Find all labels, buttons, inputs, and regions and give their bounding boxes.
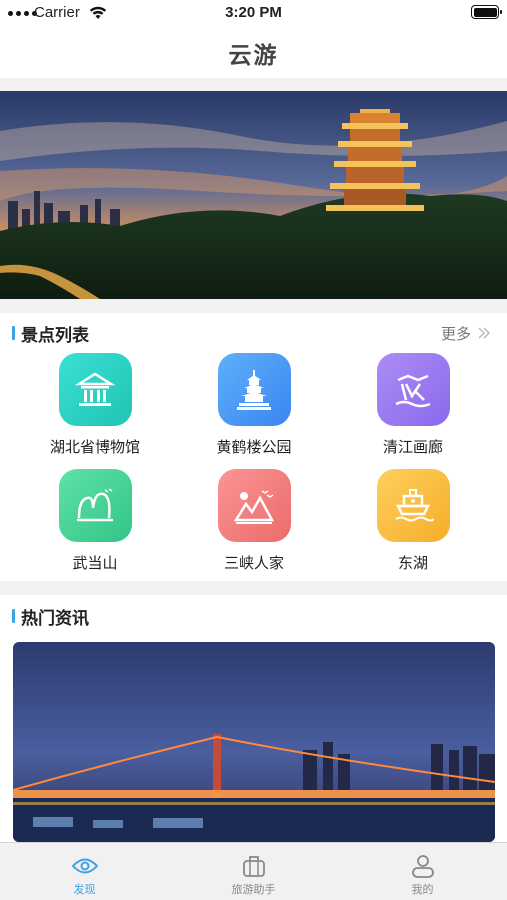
page-title: 云游 — [228, 43, 279, 69]
attractions-header: 景点列表 — [12, 318, 89, 348]
attraction-name: 武当山 — [72, 554, 118, 572]
more-link[interactable]: 更多 — [441, 323, 491, 344]
battery-icon — [471, 5, 502, 19]
suitcase-icon — [242, 853, 266, 879]
attraction-name: 三峡人家 — [223, 554, 284, 572]
tab-travel-assistant[interactable]: 旅游助手 — [169, 843, 338, 900]
gallery-icon — [376, 353, 450, 426]
boat-icon — [376, 469, 450, 542]
tab-bar: 发现 旅游助手 我的 — [0, 842, 507, 900]
museum-icon — [58, 353, 132, 426]
navigation-bar: 云游 — [0, 26, 507, 78]
user-icon — [411, 853, 435, 879]
news-header: 热门资讯 — [12, 601, 89, 631]
status-bar: Carrier 3:20 PM — [0, 0, 507, 26]
news-title: 热门资讯 — [21, 608, 89, 629]
tab-label: 我的 — [411, 883, 434, 896]
tab-label: 发现 — [73, 883, 96, 896]
news-image — [13, 642, 495, 842]
attraction-name: 清江画廊 — [382, 438, 443, 456]
news-card[interactable] — [13, 642, 495, 842]
banner-carousel[interactable] — [0, 91, 507, 299]
pagoda-icon — [217, 353, 291, 426]
tab-mine[interactable]: 我的 — [338, 843, 507, 900]
mountain-icon — [58, 469, 132, 542]
attraction-yellow-crane-tower[interactable]: 黄鹤楼公园 — [189, 353, 319, 457]
clock: 3:20 PM — [225, 4, 282, 21]
attraction-wudang-mountain[interactable]: 武当山 — [30, 469, 160, 573]
attraction-hubei-museum[interactable]: 湖北省博物馆 — [30, 353, 160, 457]
attraction-qingjiang-gallery[interactable]: 清江画廊 — [348, 353, 478, 457]
more-label: 更多 — [440, 325, 471, 343]
attractions-section: 景点列表 更多 湖北省博物馆 黄鹤楼公园 清江画廊 武当山 三峡人家 东湖 — [0, 313, 507, 581]
attraction-east-lake[interactable]: 东湖 — [348, 469, 478, 573]
attraction-name: 东湖 — [397, 554, 428, 572]
double-chevron-right-icon — [477, 325, 491, 343]
tab-discover[interactable]: 发现 — [0, 843, 169, 900]
section-marker — [12, 609, 15, 623]
section-marker — [12, 326, 15, 340]
banner-image — [0, 91, 507, 299]
attraction-name: 黄鹤楼公园 — [216, 438, 292, 456]
attractions-title: 景点列表 — [21, 325, 89, 346]
attraction-three-gorges[interactable]: 三峡人家 — [189, 469, 319, 573]
attraction-name: 湖北省博物馆 — [49, 438, 140, 456]
gorge-icon — [217, 469, 291, 542]
tab-label: 旅游助手 — [231, 883, 276, 896]
eye-icon — [71, 853, 98, 879]
